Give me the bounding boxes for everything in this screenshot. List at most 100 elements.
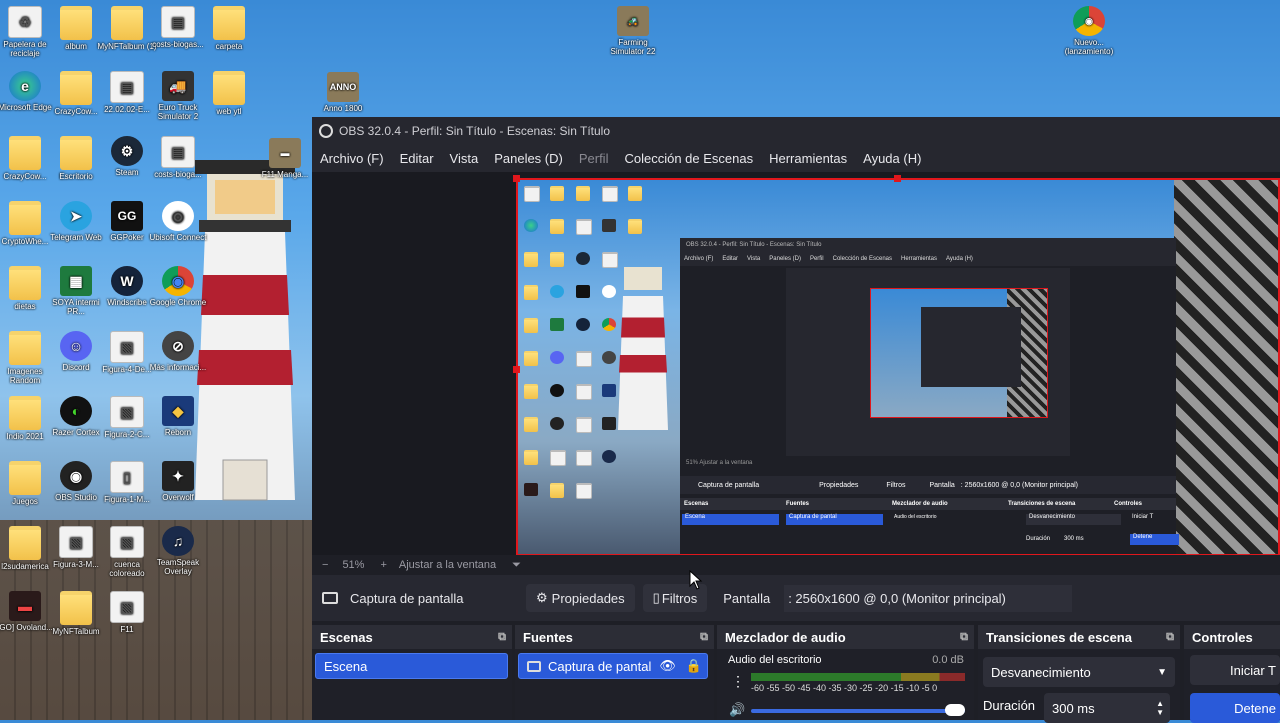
mixer-dock: Audio del escritorio 0.0 dB ⋮ -60 -55 -5… [717, 649, 974, 720]
stop-button[interactable]: Detene [1190, 693, 1280, 723]
desktop-icon[interactable]: ▬ F11 Manga... [254, 138, 316, 179]
nested-scenes-header: Escenas [684, 501, 709, 507]
teamspeak-icon: ♫ [162, 526, 194, 556]
lock-icon[interactable]: 🔒 [686, 658, 702, 674]
obs-titlebar[interactable]: OBS 32.0.4 - Perfil: Sin Título - Escena… [312, 117, 1280, 144]
menu-item[interactable]: Vista [450, 151, 479, 166]
preview-screen-capture[interactable]: OBS 32.0.4 - Perfil: Sin Título - Escena… [516, 178, 1280, 556]
chrome-icon: ◉ [1073, 6, 1105, 36]
transform-handle[interactable] [513, 366, 520, 373]
spin-arrows-icon[interactable]: ▲ ▼ [1156, 699, 1164, 717]
desktop-icon-label: F11 Manga... [261, 170, 309, 179]
preview-lighthouse [618, 267, 668, 430]
undock-icon[interactable]: ⧉ [498, 631, 506, 644]
display-select[interactable]: : 2560x1600 @ 0,0 (Monitor principal) [784, 584, 1073, 612]
preview-hatch-background [1174, 180, 1278, 554]
desktop-icon[interactable]: ◉ Google Chrome [147, 266, 209, 307]
menu-item[interactable]: Editar [400, 151, 434, 166]
folder-icon [9, 266, 41, 300]
desktop-icon[interactable]: ▧ F11 [96, 591, 158, 634]
menu-item[interactable]: Archivo (F) [320, 151, 384, 166]
source-item[interactable]: Captura de pantal 👁 🔒 [518, 653, 708, 679]
document-icon: ▤ [161, 6, 195, 38]
desktop-icon[interactable]: web ytl [198, 71, 260, 116]
desktop-icon-label: Overwolf [162, 493, 194, 502]
filter-icon: ▯ [652, 590, 660, 605]
menu-item[interactable]: Ayuda (H) [863, 151, 921, 166]
preview-mini-icon [524, 219, 538, 232]
volume-slider[interactable] [751, 709, 965, 713]
preview-mini-icon [628, 219, 642, 234]
start-streaming-button[interactable]: Iniciar T [1190, 655, 1280, 685]
desktop-icon-label: Nuevo... (lanzamiento) [1064, 38, 1114, 56]
menu-item[interactable]: Herramientas [769, 151, 847, 166]
desktop-icon[interactable]: ✦ Overwolf [147, 461, 209, 502]
desktop-icon[interactable]: ◆ Reborn [147, 396, 209, 437]
ggpoker-icon: GG [111, 201, 143, 231]
zoom-in-button[interactable]: + [380, 559, 386, 571]
properties-label: Propiedades [551, 590, 625, 606]
desktop-icon[interactable]: ◎ Ubisoft Connect [147, 201, 209, 242]
chrome-icon: ◉ [162, 266, 194, 296]
monitor-icon [322, 592, 338, 604]
nested-display-label: Pantalla [929, 481, 955, 489]
desktop-icon[interactable]: ANNO Anno 1800 [312, 72, 374, 113]
reborn-icon: ◆ [162, 396, 194, 426]
visibility-eye-icon[interactable]: 👁 [659, 658, 676, 674]
menu-item[interactable]: Paneles (D) [494, 151, 563, 166]
transform-handle[interactable] [513, 175, 520, 182]
desktop-icon[interactable]: ◉ Nuevo... (lanzamiento) [1058, 6, 1120, 56]
zoom-dropdown-icon[interactable]: ⏷ [512, 559, 521, 572]
volume-slider-thumb[interactable] [945, 704, 965, 716]
preview-mini-icon [550, 417, 564, 430]
zoom-out-button[interactable]: − [322, 559, 328, 571]
preview-area[interactable]: OBS 32.0.4 - Perfil: Sin Título - Escena… [312, 172, 1280, 556]
nested-dock-headers: Escenas Fuentes Mezclador de audio Trans… [680, 498, 1176, 510]
nested-mixer-header: Mezclador de audio [892, 501, 948, 507]
undock-icon[interactable]: ⧉ [960, 631, 968, 644]
menu-item[interactable]: Perfil [579, 151, 609, 166]
preview-mini-icon [524, 483, 538, 496]
nested-transitions-header: Transiciones de escena [1008, 501, 1076, 507]
preview-mini-icon [524, 318, 538, 333]
scenes-dock: Escena [312, 649, 512, 720]
farming-icon: 🚜 [617, 6, 649, 36]
nested-obs-preview [786, 268, 1070, 456]
folder-icon [60, 6, 92, 40]
chevron-down-icon: ▼ [1157, 666, 1167, 678]
speaker-icon[interactable]: 🔊 [729, 702, 745, 718]
properties-button[interactable]: ⚙ Propiedades [526, 584, 635, 612]
folder-icon [111, 6, 143, 40]
transitions-dock: Desvanecimiento ▼ Duración 300 ms ▲ ▼ [978, 649, 1180, 723]
transform-handle[interactable] [894, 175, 901, 182]
menu-item[interactable]: Colección de Escenas [624, 151, 753, 166]
duration-spinbox[interactable]: 300 ms ▲ ▼ [1044, 693, 1170, 723]
obs-window-title: OBS 32.0.4 - Perfil: Sin Título - Escena… [339, 123, 611, 138]
desktop-icon[interactable]: ▤ costs-bioga... [147, 136, 209, 179]
fit-to-window-label[interactable]: Ajustar a la ventana [399, 559, 496, 571]
recycle-bin-icon: ♻ [8, 6, 42, 38]
desktop-icon[interactable]: 🚜 Farming Simulator 22 [602, 6, 664, 56]
nested-menu-item: Colección de Escenas [832, 256, 892, 262]
nested-zoom: 51% Ajustar a la ventana [686, 460, 753, 466]
desktop-icon[interactable]: ♫ TeamSpeak Overlay [147, 526, 209, 576]
anno-icon: ANNO [327, 72, 359, 102]
obs-window: OBS 32.0.4 - Perfil: Sin Título - Escena… [312, 117, 1280, 723]
info-icon: ⊘ [162, 331, 194, 361]
nested-start: Iniciar T [1132, 514, 1154, 520]
mixer-menu-icon[interactable]: ⋮ [731, 673, 745, 690]
mixer-channel-name: Audio del escritorio [728, 654, 822, 666]
desktop-icon[interactable]: carpeta [198, 6, 260, 51]
controls-dock: Iniciar T Detene [1184, 649, 1280, 723]
source-item-label: Captura de pantal [548, 658, 652, 674]
transition-select[interactable]: Desvanecimiento ▼ [983, 657, 1175, 687]
undock-icon[interactable]: ⧉ [700, 631, 708, 644]
undock-icon[interactable]: ⧉ [1166, 631, 1174, 644]
scene-item[interactable]: Escena [315, 653, 508, 679]
controls-title: Controles [1192, 629, 1253, 645]
preview-mini-icon [576, 219, 592, 235]
nested-menu-item: Perfil [809, 256, 824, 262]
desktop-icon[interactable]: ⊘ Más informaci... [147, 331, 209, 372]
nested-sources-header: Fuentes [786, 501, 810, 507]
folder-icon [9, 526, 41, 560]
